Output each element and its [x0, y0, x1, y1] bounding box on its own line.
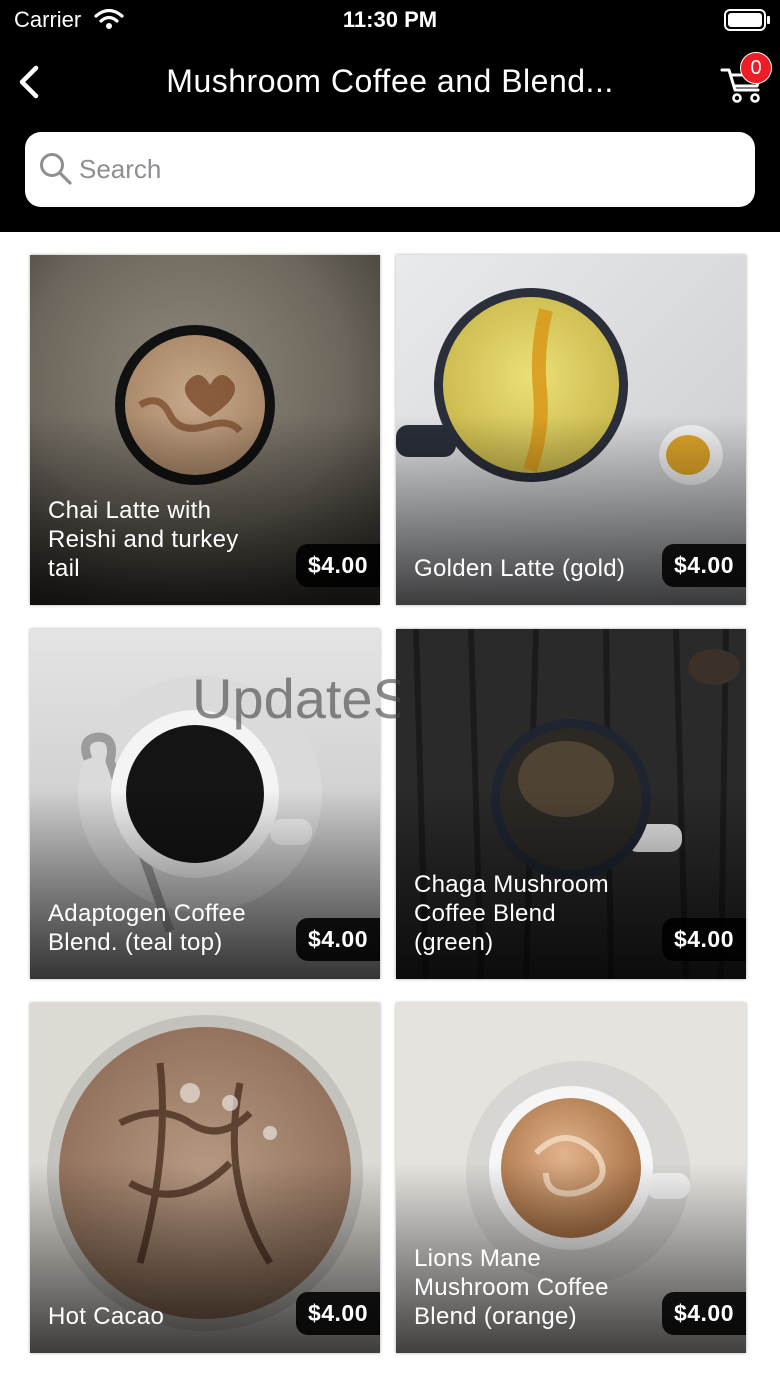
product-price: $4.00: [295, 1292, 380, 1335]
status-bar: Carrier 11:30 PM: [0, 0, 780, 40]
product-price: $4.00: [295, 544, 380, 587]
battery-icon: [724, 9, 770, 31]
search-input[interactable]: [79, 132, 729, 207]
product-card[interactable]: Hot Cacao $4.00: [30, 1003, 380, 1353]
page-title: Mushroom Coffee and Blend...: [166, 63, 614, 99]
chevron-left-icon: [19, 65, 39, 99]
cart-count-badge: 0: [740, 52, 772, 84]
clock: 11:30 PM: [342, 7, 438, 32]
product-card[interactable]: Lions Mane Mushroom Coffee Blend (orange…: [396, 1003, 746, 1353]
top-bar: Carrier 11:30 PM Mushroom Coffee and Ble…: [0, 0, 780, 232]
product-name: Golden Latte (gold): [414, 555, 626, 582]
product-card[interactable]: Chai Latte with Reishi and turkey tail $…: [30, 255, 380, 605]
product-price: $4.00: [661, 918, 746, 961]
product-price: $4.00: [295, 918, 380, 961]
product-card[interactable]: Adaptogen Coffee Blend. (teal top) $4.00: [30, 629, 380, 979]
product-name: Lions Mane Mushroom Coffee Blend (orange…: [414, 1245, 609, 1330]
product-card[interactable]: Chaga Mushroom Coffee Blend (green) $4.0…: [396, 629, 746, 979]
product-name: Chai Latte with Reishi and turkey tail: [48, 497, 239, 582]
product-card[interactable]: Golden Latte (gold) $4.00: [396, 255, 746, 605]
product-name: Adaptogen Coffee Blend. (teal top): [48, 900, 246, 956]
back-button[interactable]: [14, 60, 50, 104]
product-name: Hot Cacao: [48, 1303, 165, 1330]
product-price: $4.00: [661, 1292, 746, 1335]
product-price: $4.00: [661, 544, 746, 587]
search-icon: [39, 152, 73, 191]
product-name: Chaga Mushroom Coffee Blend (green): [414, 871, 609, 956]
search-bar[interactable]: [25, 132, 755, 207]
